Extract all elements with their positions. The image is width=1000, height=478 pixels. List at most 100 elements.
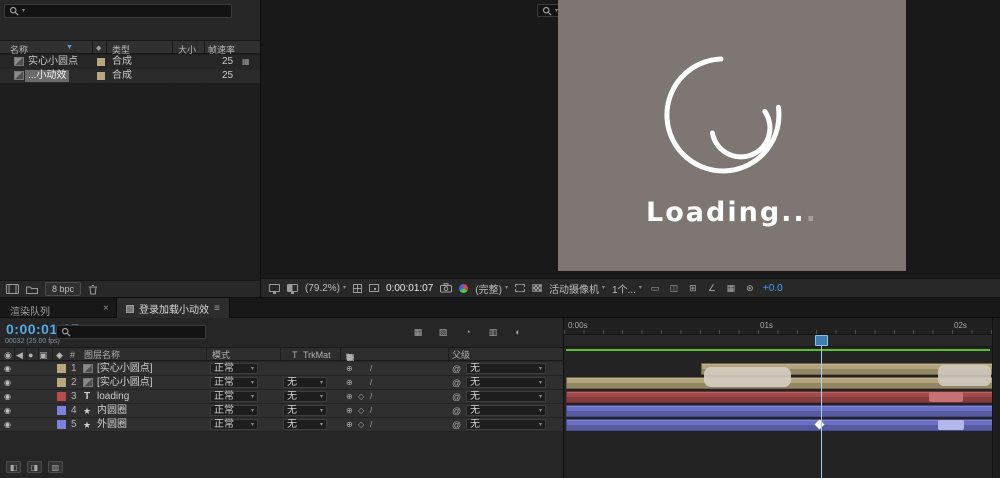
column-layer-name[interactable]: 图层名称 <box>84 350 120 360</box>
effects-switch-icon[interactable]: ◇ <box>358 405 364 417</box>
trkmat-select[interactable]: 无 ▾ <box>283 405 327 416</box>
blend-mode-select[interactable]: 正常 ▾ <box>210 377 258 388</box>
layer-bar[interactable] <box>566 419 993 431</box>
column-parent[interactable]: 父级 <box>452 350 470 360</box>
draft-3d-icon[interactable]: ▧ <box>437 326 449 338</box>
collapse-switch-icon[interactable]: ⊕ <box>346 377 353 389</box>
parent-select[interactable]: 无 ▾ <box>466 391 546 402</box>
layer-visibility-toggle[interactable]: ◉ <box>4 391 11 403</box>
current-time-indicator-handle[interactable] <box>815 335 828 346</box>
quality-switch-icon[interactable]: / <box>370 419 372 431</box>
layer-label-color[interactable] <box>57 406 66 415</box>
quality-switch-icon[interactable]: / <box>370 405 372 417</box>
layer-name[interactable]: [实心小圆点] <box>97 377 153 389</box>
project-item-name-selected[interactable]: ...小动效 <box>25 70 70 82</box>
blend-mode-select[interactable]: 正常 ▾ <box>210 363 258 374</box>
bit-depth-button[interactable]: 8 bpc <box>45 282 82 296</box>
timeline-search-input[interactable] <box>56 325 206 339</box>
exposure-gear-icon[interactable]: ⊛ <box>744 282 756 294</box>
layer-name[interactable]: 内圆圈 <box>97 405 127 417</box>
parent-select[interactable]: 无 ▾ <box>466 377 546 388</box>
composition-canvas[interactable]: Loading... <box>558 0 906 271</box>
blend-mode-select[interactable]: 正常 ▾ <box>210 391 258 402</box>
label-column-icon[interactable]: ◆ <box>96 44 101 52</box>
collapse-switch-icon[interactable]: ⊕ <box>346 363 353 375</box>
trash-icon[interactable] <box>88 284 98 295</box>
tab-render-queue[interactable]: 渲染队列 <box>10 303 50 318</box>
layer-name[interactable]: 外圆圈 <box>97 419 127 431</box>
expand-pane-icon-3[interactable]: ▥ <box>48 461 63 473</box>
snapshot-camera-icon[interactable] <box>440 283 453 293</box>
pickwhip-icon[interactable]: @ <box>452 391 461 403</box>
blend-mode-select[interactable]: 正常 ▾ <box>210 419 258 430</box>
marker-strip[interactable] <box>564 335 1000 347</box>
collapse-switch-icon[interactable]: ⊕ <box>346 391 353 403</box>
label-color-swatch[interactable] <box>97 72 105 80</box>
pickwhip-icon[interactable]: @ <box>452 377 461 389</box>
column-mode[interactable]: 模式 <box>212 350 230 360</box>
trkmat-select[interactable]: 无 ▾ <box>283 391 327 402</box>
collapse-switch-icon[interactable]: ⊕ <box>346 419 353 431</box>
layer-row[interactable]: ◉ 3 T loading 正常 ▾ 无 ▾ ⊕ ◇ / @ 无 ▾ <box>0 390 563 404</box>
work-area-bar[interactable] <box>566 349 990 351</box>
trkmat-select[interactable]: 无 ▾ <box>283 419 327 430</box>
parent-select[interactable]: 无 ▾ <box>466 419 546 430</box>
pickwhip-icon[interactable]: @ <box>452 419 461 431</box>
blend-mode-select[interactable]: 正常 ▾ <box>210 405 258 416</box>
panel-menu-icon[interactable]: ≡ <box>214 303 220 314</box>
label-color-swatch[interactable] <box>97 58 105 66</box>
layer-visibility-toggle[interactable]: ◉ <box>4 377 11 389</box>
quality-switch-icon[interactable]: / <box>370 391 372 403</box>
monitor-icon[interactable] <box>269 284 280 294</box>
layer-name[interactable]: [实心小圆点] <box>97 363 153 375</box>
tab-composition[interactable]: 登录加载小动效 ≡ <box>116 298 230 319</box>
quality-switch-icon[interactable]: / <box>370 377 372 389</box>
shy-layers-icon[interactable]: ◔ <box>462 326 474 338</box>
pickwhip-icon[interactable]: @ <box>452 363 461 375</box>
layer-row[interactable]: ◉ 4 ★ 内圆圈 正常 ▾ 无 ▾ ⊕ ◇ / @ 无 ▾ <box>0 404 563 418</box>
magnification-select[interactable]: (79.2%) ▾ <box>305 283 346 294</box>
quality-switch-icon[interactable]: / <box>370 363 372 375</box>
fast-preview-icon[interactable]: ◫ <box>668 282 680 294</box>
expand-pane-icon-1[interactable]: ◧ <box>6 461 21 473</box>
close-tab-icon[interactable]: × <box>103 303 109 314</box>
safe-margins-icon[interactable] <box>369 284 380 292</box>
time-ruler[interactable]: 0:00s 01s 02s <box>564 318 1000 335</box>
project-item-name[interactable]: 实心小圆点 <box>28 56 78 68</box>
monitor-preview-icon[interactable] <box>287 284 298 294</box>
layer-bar[interactable] <box>566 405 993 417</box>
layer-row[interactable]: ◉ 2 [实心小圆点] 正常 ▾ 无 ▾ ⊕ / @ 无 ▾ <box>0 376 563 390</box>
layer-label-color[interactable] <box>57 378 66 387</box>
layer-visibility-toggle[interactable]: ◉ <box>4 363 11 375</box>
camera-view-select[interactable]: 活动摄像机 ▾ <box>549 281 605 296</box>
layer-row[interactable]: ◉ 5 ★ 外圆圈 正常 ▾ 无 ▾ ⊕ ◇ / @ 无 ▾ <box>0 418 563 432</box>
layer-label-color[interactable] <box>57 392 66 401</box>
trkmat-select[interactable]: 无 ▾ <box>283 377 327 388</box>
layer-visibility-toggle[interactable]: ◉ <box>4 419 11 431</box>
layer-visibility-toggle[interactable]: ◉ <box>4 405 11 417</box>
motion-blur-icon[interactable]: ◐ <box>512 326 524 338</box>
resolution-select[interactable]: (完整) ▾ <box>475 281 508 296</box>
flowchart-icon[interactable]: ▦ <box>725 282 737 294</box>
frame-blending-icon[interactable]: ▥ <box>487 326 499 338</box>
sort-arrow-icon[interactable]: ▼ <box>66 44 73 51</box>
effects-switch-icon[interactable]: ◇ <box>358 419 364 431</box>
show-channel-icon[interactable] <box>459 283 469 293</box>
layer-name[interactable]: loading <box>97 391 129 403</box>
project-item-row[interactable]: ...小动效 合成 25 <box>0 69 260 83</box>
collapse-switch-icon[interactable]: ⊕ <box>346 405 353 417</box>
preview-time[interactable]: 0:00:01:07 <box>386 283 433 294</box>
layer-label-color[interactable] <box>57 364 66 373</box>
film-icon[interactable] <box>6 284 19 294</box>
current-time-indicator-line[interactable] <box>821 335 822 478</box>
expand-pane-icon-2[interactable]: ◨ <box>27 461 42 473</box>
grid-guides-icon[interactable] <box>353 283 363 293</box>
project-search-input[interactable]: ▾ <box>4 4 232 18</box>
parent-select[interactable]: 无 ▾ <box>466 363 546 374</box>
column-trkmat[interactable]: TrkMat <box>303 350 331 360</box>
pickwhip-icon[interactable]: @ <box>452 405 461 417</box>
timeline-button-icon[interactable]: ⊞ <box>687 282 699 294</box>
transparency-grid-icon[interactable] <box>531 284 542 292</box>
layer-label-color[interactable] <box>57 420 66 429</box>
folder-icon[interactable] <box>26 285 38 294</box>
